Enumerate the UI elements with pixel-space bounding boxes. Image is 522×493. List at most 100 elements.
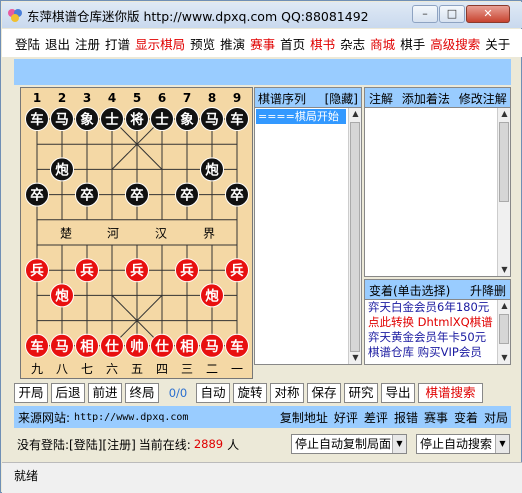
chevron-down-icon[interactable]: ▼ bbox=[495, 435, 509, 453]
sequence-scrollbar[interactable]: ▲ ▼ bbox=[348, 108, 361, 364]
start-button[interactable]: 开局 bbox=[14, 383, 48, 403]
auto-copy-select[interactable]: 停止自动复制局面 ▼ bbox=[291, 434, 407, 454]
maximize-button[interactable]: □ bbox=[439, 5, 465, 23]
hide-link[interactable]: [隐藏] bbox=[325, 90, 358, 106]
menu-item[interactable]: 退出 bbox=[45, 34, 70, 53]
promo-link[interactable]: 弈天黄金会员年卡50元 bbox=[365, 330, 510, 345]
menu-item[interactable]: 注册 bbox=[75, 34, 100, 53]
source-link[interactable]: 好评 bbox=[334, 411, 358, 425]
menu-item[interactable]: 高级搜索 bbox=[430, 34, 480, 53]
black-piece-label: 士 bbox=[155, 111, 169, 128]
auto-search-select[interactable]: 停止自动搜索 ▼ bbox=[416, 434, 510, 454]
rotate-button[interactable]: 旋转 bbox=[233, 383, 267, 403]
file-number-top: 6 bbox=[158, 91, 166, 105]
menu-item[interactable]: 棋手 bbox=[400, 34, 425, 53]
scroll-up-icon[interactable]: ▲ bbox=[499, 108, 510, 120]
source-link[interactable]: 报错 bbox=[394, 411, 418, 425]
menu-item[interactable]: 显示棋局 bbox=[135, 34, 185, 53]
black-piece-label: 将 bbox=[130, 111, 144, 128]
end-button[interactable]: 终局 bbox=[125, 383, 159, 403]
menu-item[interactable]: 棋书 bbox=[310, 34, 335, 53]
notes-scrollbar[interactable]: ▲ ▼ bbox=[497, 108, 510, 276]
source-link[interactable]: 对局 bbox=[484, 411, 508, 425]
variation-title: 变着(单击选择) bbox=[369, 284, 451, 298]
status-text: 就绪 bbox=[14, 469, 39, 483]
red-piece-label: 车 bbox=[30, 338, 44, 355]
login-link[interactable]: [登陆] bbox=[69, 436, 102, 453]
auto-search-value: 停止自动搜索 bbox=[420, 437, 493, 451]
source-label: 来源网站: bbox=[18, 410, 71, 425]
file-number-bottom: 二 bbox=[206, 362, 218, 376]
source-links: 复制地址 好评 差评 报错 赛事 变着 对局 bbox=[274, 409, 508, 426]
source-link[interactable]: 差评 bbox=[364, 411, 388, 425]
file-number-top: 7 bbox=[183, 91, 191, 105]
black-piece-label: 卒 bbox=[130, 187, 144, 204]
menu-item[interactable]: 首页 bbox=[280, 34, 305, 53]
forward-button[interactable]: 前进 bbox=[88, 383, 122, 403]
black-piece-label: 士 bbox=[105, 111, 119, 128]
chevron-down-icon[interactable]: ▼ bbox=[392, 435, 406, 453]
promo-list: 弈天白金会员6年180元 点此转换 DhtmlXQ棋谱 弈天黄金会员年卡50元 棋谱仓… bbox=[365, 300, 510, 360]
move-sequence-panel: 棋谱序列 [隐藏] ====棋局开始 ▲ ▼ bbox=[254, 87, 362, 365]
scroll-thumb[interactable] bbox=[499, 122, 509, 202]
file-number-top: 8 bbox=[208, 91, 216, 105]
black-piece-label: 卒 bbox=[30, 187, 44, 204]
app-window: 东萍棋谱仓库迷你版 http://www.dpxq.com QQ:8808149… bbox=[0, 0, 522, 493]
back-button[interactable]: 后退 bbox=[51, 383, 85, 403]
source-link[interactable]: 变着 bbox=[454, 411, 478, 425]
file-number-bottom: 一 bbox=[231, 362, 243, 376]
menu-item[interactable]: 赛事 bbox=[250, 34, 275, 53]
menu-item[interactable]: 打谱 bbox=[105, 34, 130, 53]
board-canvas[interactable]: 1 2 3 4 5 6 7 8 9九八七六五四三二一楚河汉界车马象士将士象马车炮 炮卒卒卒卒卒兵兵… bbox=[21, 88, 254, 380]
register-link[interactable]: [注册] bbox=[102, 436, 135, 453]
menu-item[interactable]: 推演 bbox=[220, 34, 245, 53]
variation-scrollbar[interactable]: ▲ ▼ bbox=[497, 300, 510, 364]
menu-item[interactable]: 预览 bbox=[190, 34, 215, 53]
auto-button[interactable]: 自动 bbox=[196, 383, 230, 403]
scroll-thumb[interactable] bbox=[350, 122, 360, 352]
menu-item[interactable]: 杂志 bbox=[340, 34, 365, 53]
menu-item[interactable]: 商城 bbox=[370, 34, 395, 53]
move-list-item-selected[interactable]: ====棋局开始 bbox=[256, 109, 346, 124]
export-button[interactable]: 导出 bbox=[381, 383, 415, 403]
online-unit: 人 bbox=[227, 437, 240, 452]
promo-link[interactable]: 点此转换 DhtmlXQ棋谱 bbox=[365, 315, 510, 330]
file-number-top: 5 bbox=[133, 91, 141, 105]
minimize-button[interactable]: – bbox=[412, 5, 438, 23]
black-piece-label: 卒 bbox=[230, 187, 244, 204]
tab-edit-note[interactable]: 修改注解 bbox=[459, 92, 507, 106]
file-number-top: 9 bbox=[233, 91, 241, 105]
source-bar: 来源网站: http://www.dpxq.com 复制地址 好评 差评 报错 赛事 变着… bbox=[14, 406, 511, 428]
sequence-title: 棋谱序列 bbox=[258, 92, 307, 106]
scroll-down-icon[interactable]: ▼ bbox=[499, 352, 510, 364]
login-bar: 没有登陆: [登陆] [注册] 当前在线: 2889 人 停止自动复制局面 ▼ … bbox=[14, 431, 511, 457]
variation-panel: 变着(单击选择) 升降删 弈天白金会员6年180元 点此转换 DhtmlXQ棋谱弈… bbox=[364, 279, 511, 365]
save-button[interactable]: 保存 bbox=[307, 383, 341, 403]
menu-item[interactable]: 登陆 bbox=[15, 34, 40, 53]
scroll-down-icon[interactable]: ▼ bbox=[350, 352, 361, 364]
source-link[interactable]: 赛事 bbox=[424, 411, 448, 425]
source-url[interactable]: http://www.dpxq.com bbox=[74, 412, 188, 423]
mirror-button[interactable]: 对称 bbox=[270, 383, 304, 403]
xiangqi-board[interactable]: 123456789九八七六五四三二一楚河汉界车马象士将士象马车炮炮卒卒卒卒卒兵兵… bbox=[20, 87, 253, 379]
red-piece-label: 帅 bbox=[130, 338, 144, 355]
study-button[interactable]: 研究 bbox=[344, 383, 378, 403]
online-count: 2889 bbox=[193, 437, 224, 451]
scroll-up-icon[interactable]: ▲ bbox=[499, 300, 510, 312]
tab-notes[interactable]: 注解 bbox=[369, 92, 393, 106]
app-icon bbox=[7, 7, 23, 23]
source-link[interactable]: 复制地址 bbox=[280, 411, 328, 425]
scroll-down-icon[interactable]: ▼ bbox=[499, 264, 510, 276]
game-search-button[interactable]: 棋谱搜索 bbox=[418, 383, 483, 403]
close-button[interactable]: ✕ bbox=[466, 5, 510, 23]
promo-link[interactable]: 棋谱仓库 购买VIP会员 bbox=[365, 345, 510, 360]
scroll-up-icon[interactable]: ▲ bbox=[350, 108, 361, 120]
promo-link[interactable]: 弈天白金会员6年180元 bbox=[365, 300, 510, 315]
black-piece-label: 马 bbox=[205, 112, 219, 128]
reorder-delete-link[interactable]: 升降删 bbox=[470, 282, 506, 298]
auto-copy-value: 停止自动复制局面 bbox=[295, 437, 392, 451]
menu-item[interactable]: 关于 bbox=[485, 34, 510, 53]
variation-header: 变着(单击选择) 升降删 bbox=[365, 280, 510, 300]
tab-add-move[interactable]: 添加着法 bbox=[402, 92, 450, 106]
scroll-thumb[interactable] bbox=[499, 314, 509, 344]
